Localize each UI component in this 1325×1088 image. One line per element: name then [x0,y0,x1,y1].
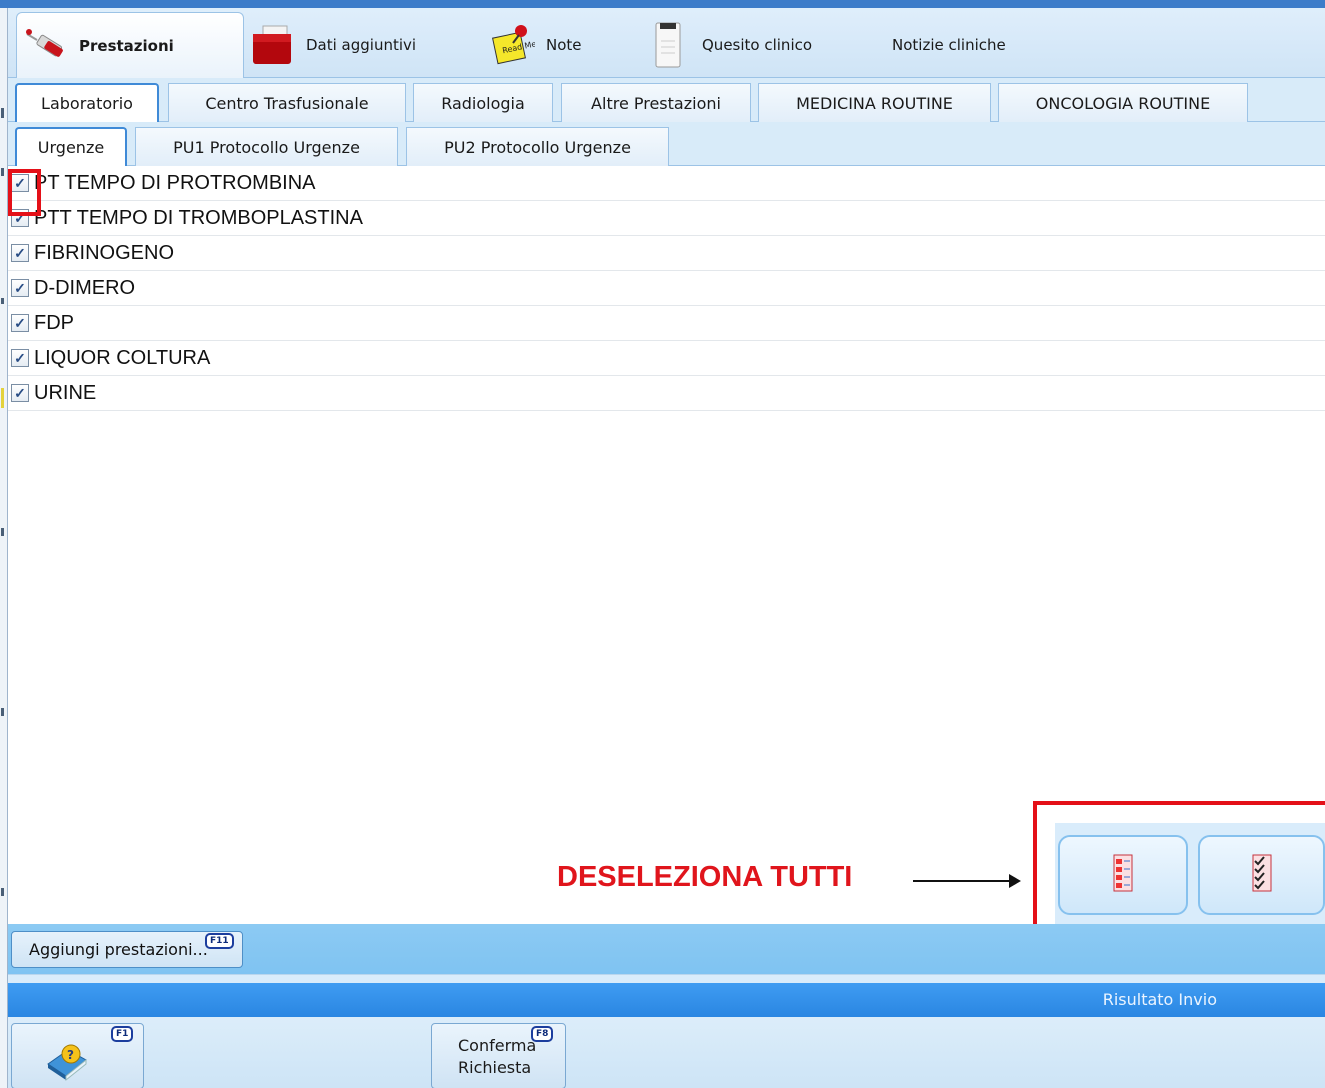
exam-list: ✓ PT TEMPO DI PROTROMBINA ✓ PTT TEMPO DI… [8,166,1325,411]
tab-label: Prestazioni [79,36,174,55]
exam-checkbox[interactable]: ✓ [11,314,29,332]
bottom-toolbar: ? F1 Conferma Richiesta F8 [8,1017,1325,1088]
edge-tick [1,528,4,536]
tab-radiologia[interactable]: Radiologia [413,83,553,122]
tab-notizie-cliniche[interactable]: Notizie cliniche [886,12,1046,78]
sticky-note-icon: Read Me [484,20,540,70]
add-exam-button[interactable]: Aggiungi prestazioni... F11 [11,931,243,968]
add-exam-label: Aggiungi prestazioni... [29,940,208,959]
exam-checkbox[interactable]: ✓ [11,349,29,367]
tab-quesito-clinico[interactable]: Quesito clinico [640,12,850,78]
edge-tick [1,708,4,716]
shortcut-badge: F8 [531,1026,554,1042]
exam-label: FIBRINOGENO [34,241,175,264]
exam-label: D-DIMERO [34,276,136,299]
exam-checkbox[interactable]: ✓ [11,174,29,192]
select-all-button[interactable] [1198,835,1325,915]
separator [8,974,1325,983]
list-item[interactable]: ✓ FIBRINOGENO [8,236,1325,271]
list-item[interactable]: ✓ PT TEMPO DI PROTROMBINA [8,166,1325,201]
confirm-request-button[interactable]: Conferma Richiesta F8 [431,1023,566,1088]
tab-label: Notizie cliniche [892,36,1006,54]
exam-checkbox[interactable]: ✓ [11,384,29,402]
tab-label: Dati aggiuntivi [306,36,417,54]
exam-label: PTT TEMPO DI TROMBOPLASTINA [34,206,363,229]
shortcut-badge: F1 [111,1026,134,1042]
list-item[interactable]: ✓ LIQUOR COLTURA [8,341,1325,376]
status-text: Risultato Invio [1102,990,1217,1009]
edge-tick [1,888,4,896]
tab-label: Quesito clinico [702,36,813,54]
main-tab-bar: Prestazioni Dati aggiuntivi Read Me Note… [8,8,1325,78]
syringe-icon [17,21,73,71]
tab-oncologia-routine[interactable]: ONCOLOGIA ROUTINE [998,83,1248,122]
tab-prestazioni[interactable]: Prestazioni [16,12,244,78]
exam-label: URINE [34,381,97,404]
tab-dati-aggiuntivi[interactable]: Dati aggiuntivi [244,12,484,78]
svg-text:?: ? [67,1048,74,1062]
tab-centro-trasfusionale[interactable]: Centro Trasfusionale [168,83,406,122]
exam-checkbox[interactable]: ✓ [11,279,29,297]
left-panel-edge [0,8,8,1088]
edge-tick [1,168,4,176]
select-all-checklist-icon [1249,853,1275,897]
tab-laboratorio[interactable]: Laboratorio [15,83,159,122]
shortcut-badge: F11 [205,933,234,949]
deselect-all-list-icon [1110,853,1136,897]
edge-tick [1,108,4,118]
tab-label: Note [546,36,582,54]
document-icon [640,20,696,70]
request-panel: Prestazioni Dati aggiuntivi Read Me Note… [8,8,1325,1088]
exam-label: LIQUOR COLTURA [34,346,211,369]
exam-label: FDP [34,311,74,334]
list-item[interactable]: ✓ FDP [8,306,1325,341]
exam-label: PT TEMPO DI PROTROMBINA [34,171,316,194]
list-item[interactable]: ✓ D-DIMERO [8,271,1325,306]
help-book-icon: ? [44,1038,90,1086]
deselect-all-button[interactable] [1058,835,1188,915]
edge-tick [1,298,4,304]
list-item[interactable]: ✓ PTT TEMPO DI TROMBOPLASTINA [8,201,1325,236]
list-item[interactable]: ✓ URINE [8,376,1325,411]
deselect-all-annotation: DESELEZIONA TUTTI [557,861,853,893]
tab-urgenze[interactable]: Urgenze [15,127,127,166]
annotation-arrow [913,880,1017,882]
exam-checkbox[interactable]: ✓ [11,244,29,262]
confirm-label-line2: Richiesta [458,1058,532,1077]
confirm-label-line1: Conferma [458,1036,537,1055]
add-exam-bar: Aggiungi prestazioni... F11 [8,924,1325,974]
tab-note[interactable]: Read Me Note [484,12,634,78]
window-top-border [0,0,1325,8]
tab-pu2-protocollo-urgenze[interactable]: PU2 Protocollo Urgenze [406,127,669,166]
tab-medicina-routine[interactable]: MEDICINA ROUTINE [758,83,991,122]
folder-icon [244,20,300,70]
arrow-head-icon [1009,874,1021,888]
edge-tick [1,388,4,408]
help-button[interactable]: ? F1 [11,1023,144,1088]
tab-altre-prestazioni[interactable]: Altre Prestazioni [561,83,751,122]
protocol-tab-bar: Urgenze PU1 Protocollo Urgenze PU2 Proto… [8,122,1325,166]
tab-pu1-protocollo-urgenze[interactable]: PU1 Protocollo Urgenze [135,127,398,166]
status-bar: Risultato Invio [8,983,1325,1017]
exam-checkbox[interactable]: ✓ [11,209,29,227]
category-tab-bar: Laboratorio Centro Trasfusionale Radiolo… [8,78,1325,122]
